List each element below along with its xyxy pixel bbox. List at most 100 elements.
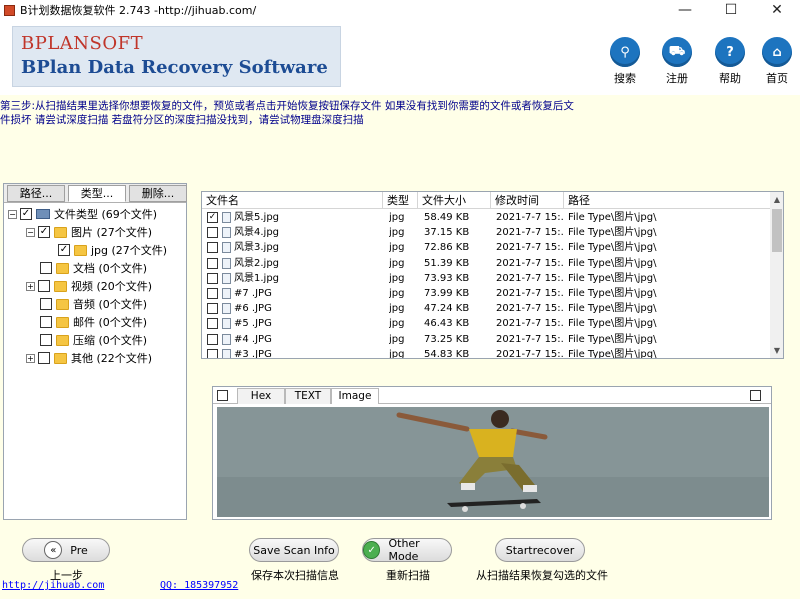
cell-time: 2021-7-7 15:... (496, 257, 564, 269)
cell-path: File Type\图片\jpg\ (568, 227, 657, 239)
scroll-down-icon[interactable]: ▼ (770, 343, 783, 358)
table-row[interactable]: #7 .JPG jpg 73.99 KB 2021-7-7 15:... File Ty… (202, 286, 770, 301)
cell-size: 47.24 KB (424, 303, 470, 315)
minimize-button[interactable]: — (662, 0, 708, 20)
tab-path[interactable]: 路径... (7, 185, 65, 202)
nav-label: 首页 (766, 72, 788, 85)
folder-icon (56, 334, 69, 346)
table-row[interactable]: 风景1.jpg jpg 73.93 KB 2021-7-7 15:... File Ty… (202, 271, 770, 286)
tree-node-label: 文件类型 (69个文件) (54, 208, 158, 221)
image-file-icon (222, 242, 231, 254)
tab-text[interactable]: TEXT (285, 388, 331, 404)
folder-icon (56, 316, 69, 328)
app-icon (2, 3, 16, 17)
table-row[interactable]: ✓ 风景5.jpg jpg 58.49 KB 2021-7-7 15:... File T… (202, 210, 770, 225)
cell-time: 2021-7-7 15:... (496, 242, 564, 254)
vertical-scrollbar[interactable]: ▲ ▼ (770, 192, 783, 358)
tree-checkbox[interactable] (40, 334, 52, 346)
cell-time: 2021-7-7 15:... (496, 303, 564, 315)
scroll-up-icon[interactable]: ▲ (770, 192, 783, 207)
save-scan-info-button[interactable]: Save Scan Info (249, 538, 339, 562)
expand-icon[interactable]: + (26, 353, 35, 363)
column-header-type[interactable]: 类型 (383, 192, 418, 209)
row-checkbox[interactable] (207, 227, 218, 239)
row-checkbox[interactable] (207, 318, 218, 330)
tree-node-root[interactable]: − ✓ 文件类型 (69个文件) (8, 206, 157, 222)
qq-link[interactable]: QQ: 185397952 (160, 580, 238, 591)
tab-hex[interactable]: Hex (237, 388, 285, 404)
skateboarder-photo (217, 407, 769, 517)
table-row[interactable]: 风景3.jpg jpg 72.86 KB 2021-7-7 15:... File Ty… (202, 240, 770, 255)
tree-node-documents[interactable]: 文档 (0个文件) (40, 260, 147, 276)
logo-banner: BPLANSOFT BPlan Data Recovery Software (12, 26, 341, 87)
cell-size: 51.39 KB (424, 257, 470, 269)
preview-checkbox[interactable] (217, 390, 228, 401)
nav-home-button[interactable]: ⌂ 首页 (759, 37, 795, 86)
collapse-icon[interactable]: − (26, 227, 35, 237)
cell-type: jpg (389, 303, 405, 315)
tree-node-video[interactable]: + 视频 (20个文件) (26, 278, 152, 294)
row-checkbox[interactable] (207, 333, 218, 345)
nav-label: 帮助 (719, 72, 741, 85)
column-header-size[interactable]: 文件大小 (418, 192, 491, 209)
table-row[interactable]: #4 .JPG jpg 73.25 KB 2021-7-7 15:... File Ty… (202, 332, 770, 347)
tab-deleted[interactable]: 删除... (129, 185, 187, 202)
column-header-name[interactable]: 文件名 (202, 192, 383, 209)
tree-checkbox[interactable] (40, 316, 52, 328)
nav-help-button[interactable]: ? 帮助 (712, 37, 748, 86)
tree-node-jpg[interactable]: ✓ jpg (27个文件) (58, 242, 167, 258)
cell-path: File Type\图片\jpg\ (568, 257, 657, 269)
row-checkbox[interactable] (207, 303, 218, 315)
tree-checkbox[interactable] (40, 298, 52, 310)
collapse-icon[interactable]: − (8, 209, 17, 219)
tree-checkbox[interactable]: ✓ (58, 244, 70, 256)
tree-checkbox[interactable] (38, 352, 50, 364)
tree-node-images[interactable]: − ✓ 图片 (27个文件) (26, 224, 152, 240)
tree-checkbox[interactable]: ✓ (20, 208, 32, 220)
tree-checkbox[interactable] (40, 262, 52, 274)
row-checkbox[interactable] (207, 257, 218, 269)
expand-icon[interactable]: + (26, 281, 35, 291)
tree-node-archive[interactable]: 压缩 (0个文件) (40, 332, 147, 348)
preview-option-checkbox[interactable] (750, 390, 761, 401)
tree-node-audio[interactable]: 音频 (0个文件) (40, 296, 147, 312)
table-row[interactable]: 风景4.jpg jpg 37.15 KB 2021-7-7 15:... File Ty… (202, 225, 770, 240)
website-link[interactable]: http://jihuab.com (2, 580, 104, 591)
cell-time: 2021-7-7 15:... (496, 212, 564, 223)
table-row[interactable]: #5 .JPG jpg 46.43 KB 2021-7-7 15:... File Ty… (202, 316, 770, 331)
maximize-button[interactable]: ☐ (708, 0, 754, 20)
start-recover-button[interactable]: Startrecover (495, 538, 585, 562)
table-row[interactable]: #6 .JPG jpg 47.24 KB 2021-7-7 15:... File Ty… (202, 301, 770, 316)
tab-type[interactable]: 类型... (68, 185, 126, 202)
tree-checkbox[interactable]: ✓ (38, 226, 50, 238)
row-checkbox[interactable] (207, 288, 218, 299)
column-header-path[interactable]: 路径 (564, 192, 770, 209)
close-button[interactable]: ✕ (754, 0, 800, 20)
cell-type: jpg (389, 212, 405, 223)
nav-register-button[interactable]: ⛟ 注册 (659, 37, 695, 86)
table-row[interactable]: 风景2.jpg jpg 51.39 KB 2021-7-7 15:... File Ty… (202, 256, 770, 271)
row-checkbox[interactable] (207, 348, 218, 358)
tree-node-other[interactable]: + 其他 (22个文件) (26, 350, 152, 366)
table-row[interactable]: #3 .JPG jpg 54.83 KB 2021-7-7 15:... File Ty… (202, 347, 770, 358)
folder-icon (54, 280, 67, 292)
tree-node-email[interactable]: 邮件 (0个文件) (40, 314, 147, 330)
image-file-icon (222, 303, 231, 315)
row-checkbox[interactable] (207, 272, 218, 284)
nav-search-button[interactable]: ⚲ 搜索 (607, 37, 643, 86)
column-header-time[interactable]: 修改时间 (491, 192, 564, 209)
nav-label: 搜索 (614, 72, 636, 85)
other-mode-button[interactable]: ✓ Other Mode (362, 537, 452, 563)
tab-image[interactable]: Image (331, 388, 379, 404)
cell-size: 37.15 KB (424, 227, 470, 239)
window-title: B计划数据恢复软件 2.743 -http://jihuab.com/ (20, 4, 257, 17)
pre-button[interactable]: « Pre (22, 538, 110, 562)
cell-path: File Type\图片\jpg\ (568, 242, 657, 254)
file-list-header: 文件名 类型 文件大小 修改时间 路径 (202, 192, 770, 209)
row-checkbox[interactable]: ✓ (207, 212, 218, 223)
row-checkbox[interactable] (207, 242, 218, 254)
cell-type: jpg (389, 272, 405, 284)
scroll-thumb[interactable] (772, 209, 782, 252)
tree-checkbox[interactable] (38, 280, 50, 292)
file-list: 文件名 类型 文件大小 修改时间 路径 ✓ 风景5.jpg jpg 58.49 KB 2… (201, 191, 784, 359)
